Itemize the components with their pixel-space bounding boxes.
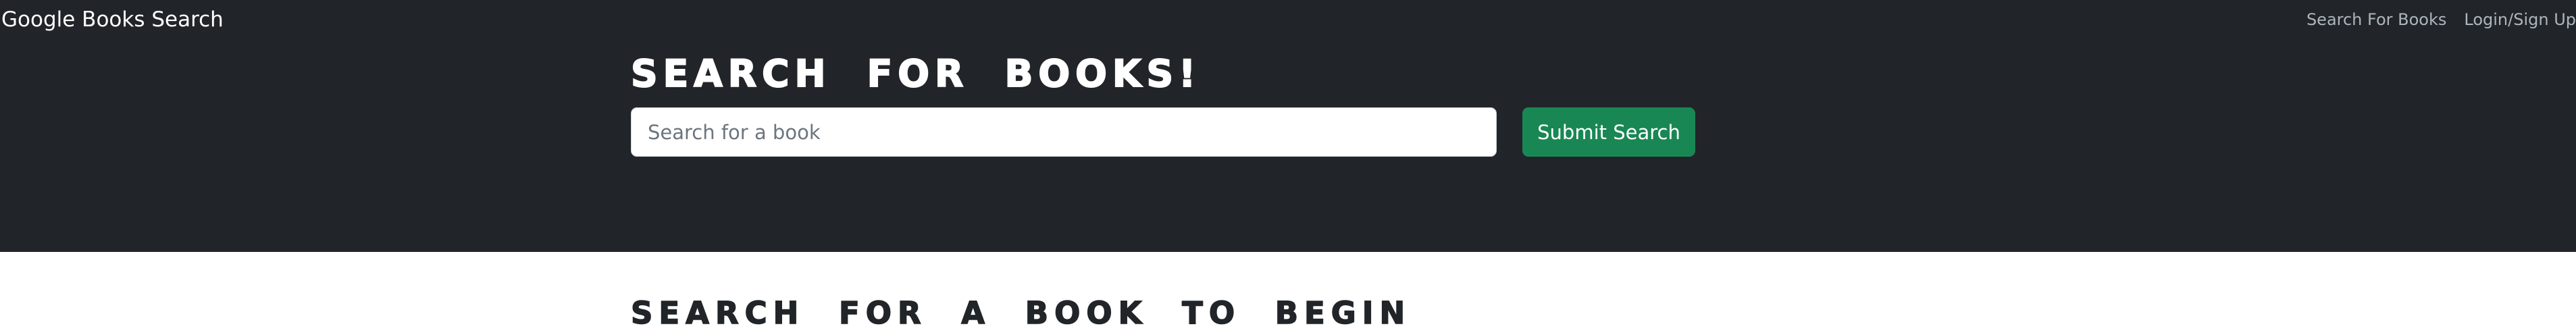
nav-links: Search For Books Login/Sign Up (2289, 7, 2576, 32)
brand-link[interactable]: Google Books Search (1, 6, 224, 33)
nav-link-search-for-books[interactable]: Search For Books (2307, 7, 2446, 32)
page-title: SEARCH FOR BOOKS! (630, 51, 1202, 96)
search-input[interactable] (631, 107, 1497, 157)
top-navbar: Google Books Search Search For Books Log… (0, 0, 2576, 46)
submit-search-button[interactable]: Submit Search (1522, 107, 1695, 157)
results-heading: SEARCH FOR A BOOK TO BEGIN (630, 294, 1412, 332)
nav-link-login-signup[interactable]: Login/Sign Up (2464, 7, 2576, 32)
